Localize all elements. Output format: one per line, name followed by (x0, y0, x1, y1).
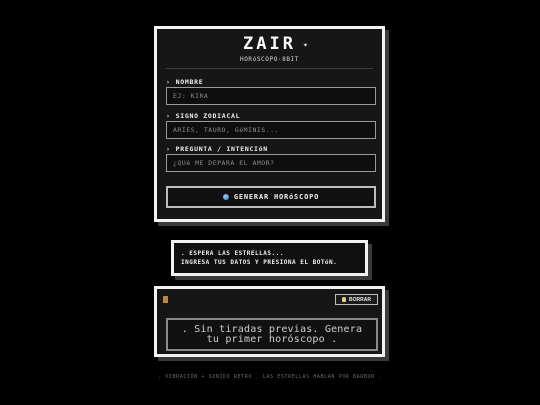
sign-field-label: › SIGNO ZODIACAL (166, 112, 240, 120)
question-field-label: › PREGUNTA / INTENCIóN (166, 145, 268, 153)
history-empty-message: . Sin tiradas previas. Genera tu primer … (166, 318, 378, 351)
status-line-1: . ESPERA LAS ESTRELLAS... (181, 250, 284, 257)
history-header (163, 296, 168, 303)
question-input[interactable] (166, 154, 376, 172)
question-label-text: PREGUNTA / INTENCIóN (175, 145, 268, 153)
generate-horoscope-button[interactable]: GENERAR HORóSCOPO (166, 186, 376, 208)
sparkle-icon: ✦ (303, 40, 308, 49)
app-subtitle: HORóSCOPO·8BIT (240, 56, 299, 63)
zodiac-sign-input[interactable] (166, 121, 376, 139)
scroll-icon (163, 296, 168, 303)
name-field-label: › NOMBRE (166, 78, 203, 86)
orb-icon (222, 194, 229, 200)
app-title: ZAIR (243, 34, 296, 54)
status-message-box: . ESPERA LAS ESTRELLAS... INGRESA TUS DA… (171, 240, 368, 276)
clear-history-button[interactable]: BORRAR (335, 294, 378, 305)
sign-label-text: SIGNO ZODIACAL (175, 112, 241, 120)
caret-icon: › (166, 145, 171, 153)
generate-button-label: GENERAR HORóSCOPO (233, 193, 320, 201)
status-line-2: INGRESA TUS DATOS Y PRESIONA EL BOTóN. (181, 258, 338, 266)
caret-icon: › (166, 78, 171, 86)
history-panel: BORRAR . Sin tiradas previas. Genera tu … (154, 286, 385, 357)
caret-icon: › (166, 112, 171, 120)
footer-note: . VIBRACIÓN + SONIDO RETRO . LAS ESTRELL… (158, 374, 382, 380)
name-input[interactable] (166, 87, 376, 105)
name-label-text: NOMBRE (175, 78, 204, 86)
title-divider (166, 68, 373, 69)
bulb-icon (342, 297, 347, 302)
horoscope-form-card: ZAIR ✦ HORóSCOPO·8BIT › NOMBRE › SIGNO ZOD… (154, 26, 385, 222)
clear-button-label: BORRAR (349, 296, 371, 303)
